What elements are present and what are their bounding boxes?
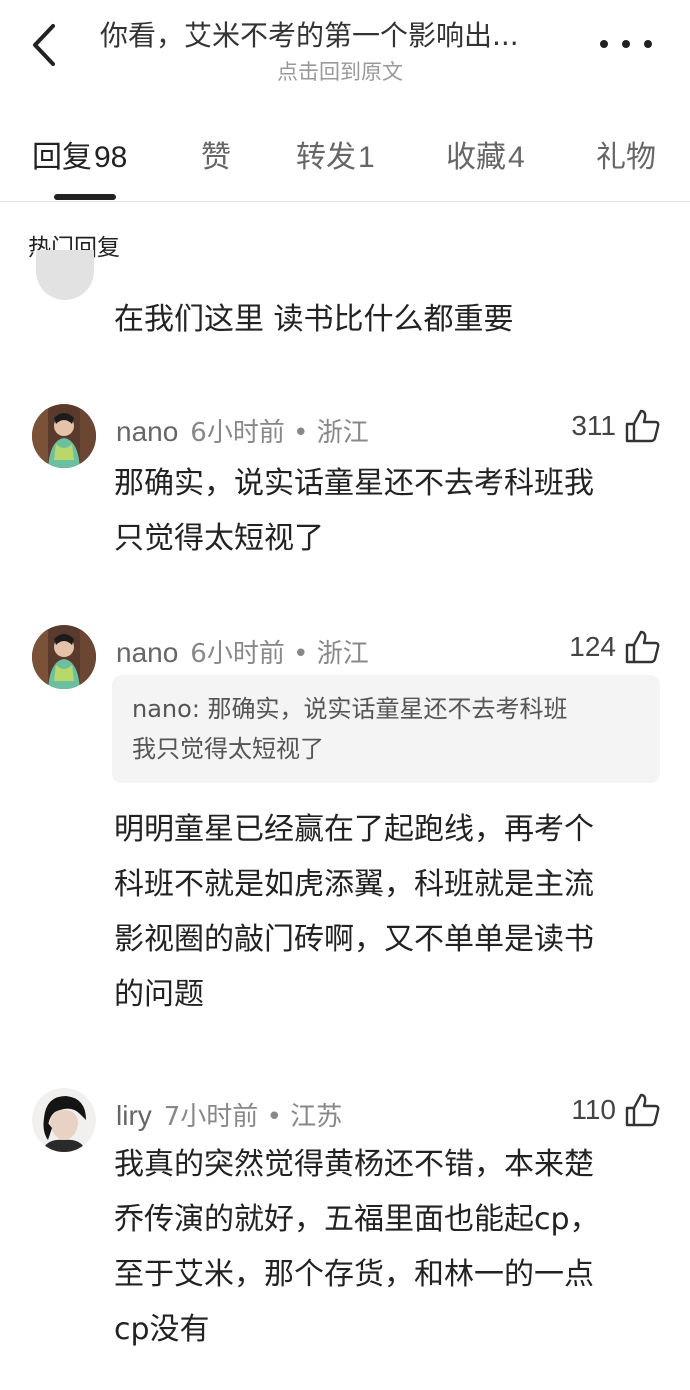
tab-likes[interactable]: 赞 [201, 132, 233, 176]
tab-replies[interactable]: 回复98 [32, 132, 127, 176]
page-title[interactable]: 你看，艾米不考的第一个影响出... [100, 14, 580, 54]
comment-text: 那确实，说实话童星还不去考科班我 只觉得太短视了 [114, 466, 594, 556]
comment-text: 在我们这里 读书比什么都重要 [114, 302, 514, 337]
username[interactable]: nano [116, 637, 178, 668]
top-bar: 你看，艾米不考的第一个影响出... 点击回到原文 [0, 0, 690, 100]
username[interactable]: nano [116, 416, 178, 447]
quoted-reply[interactable]: nano: 那确实，说实话童星还不去考科班 我只觉得太短视了 [112, 675, 660, 783]
like-button[interactable]: 110 [571, 1092, 660, 1128]
thumbs-up-icon [625, 630, 660, 664]
like-count: 311 [571, 410, 616, 441]
comment-text: 我真的突然觉得黄杨还不错，本来楚 乔传演的就好，五福里面也能起cp， 至于艾米，… [114, 1147, 600, 1347]
back-to-original-link[interactable]: 点击回到原文 [100, 56, 580, 86]
tab-reposts[interactable]: 转发1 [296, 132, 375, 176]
comment-meta: liry 7小时前 • 江苏 [116, 1100, 343, 1132]
comment-meta: nano 6小时前 • 浙江 [116, 416, 369, 448]
tab-bar: 回复98 赞 转发1 收藏4 礼物 [0, 118, 690, 202]
avatar[interactable] [32, 404, 96, 468]
comment-text: 明明童星已经赢在了起跑线，再考个 科班不就是如虎添翼，科班就是主流 影视圈的敲门… [114, 812, 594, 1012]
like-button[interactable]: 124 [569, 629, 660, 665]
avatar[interactable] [32, 1088, 96, 1152]
username[interactable]: liry [116, 1100, 152, 1131]
tab-gifts[interactable]: 礼物 [596, 132, 658, 176]
avatar[interactable] [32, 625, 96, 689]
more-dots-icon[interactable] [600, 30, 652, 58]
tab-favorites[interactable]: 收藏4 [446, 132, 525, 176]
thumbs-up-icon [625, 1093, 660, 1127]
back-button[interactable] [22, 22, 66, 68]
like-count: 110 [571, 1094, 616, 1125]
like-button[interactable]: 311 [571, 408, 660, 444]
active-tab-indicator [54, 194, 116, 200]
chevron-left-icon [33, 24, 55, 66]
comment-meta: nano 6小时前 • 浙江 [116, 637, 369, 669]
like-count: 124 [569, 631, 616, 662]
avatar[interactable] [36, 250, 94, 300]
thumbs-up-icon [625, 409, 660, 443]
